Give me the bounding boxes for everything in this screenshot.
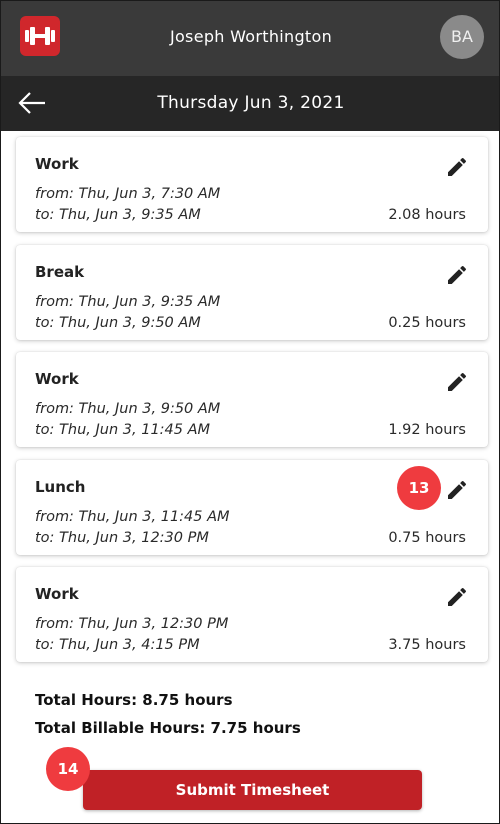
entry-to: to: Thu, Jun 3, 12:30 PM — [35, 530, 209, 546]
entry-from: from: Thu, Jun 3, 9:50 AM — [35, 401, 221, 417]
entry-from: from: Thu, Jun 3, 7:30 AM — [35, 186, 221, 202]
entry-hours: 3.75 hours — [388, 637, 466, 653]
top-bar: Joseph Worthington BA — [1, 1, 499, 76]
entry-hours: 0.25 hours — [388, 315, 466, 331]
entry-hours: 2.08 hours — [388, 207, 466, 223]
entry-to: to: Thu, Jun 3, 4:15 PM — [35, 637, 200, 653]
total-hours: Total Hours: 8.75 hours — [35, 691, 233, 709]
entry-to: to: Thu, Jun 3, 9:35 AM — [35, 207, 201, 223]
callout-badge-edit: 13 — [397, 466, 441, 510]
entry-type: Break — [35, 263, 85, 281]
date-bar: Thursday Jun 3, 2021 — [1, 76, 499, 131]
entry-hours: 0.75 hours — [388, 530, 466, 546]
pencil-icon[interactable] — [445, 585, 469, 609]
time-entry-card[interactable]: Work from: Thu, Jun 3, 12:30 PM to: Thu,… — [16, 567, 488, 662]
entry-type: Work — [35, 585, 79, 603]
entry-type: Lunch — [35, 478, 86, 496]
time-entry-card[interactable]: Break from: Thu, Jun 3, 9:35 AM to: Thu,… — [16, 245, 488, 340]
user-name: Joseph Worthington — [169, 27, 333, 46]
time-entry-card[interactable]: Work from: Thu, Jun 3, 9:50 AM to: Thu, … — [16, 352, 488, 447]
total-billable-hours: Total Billable Hours: 7.75 hours — [35, 719, 301, 737]
entry-from: from: Thu, Jun 3, 9:35 AM — [35, 294, 221, 310]
entry-from: from: Thu, Jun 3, 11:45 AM — [35, 509, 230, 525]
entry-to: to: Thu, Jun 3, 9:50 AM — [35, 315, 201, 331]
submit-timesheet-button[interactable]: Submit Timesheet — [83, 770, 422, 810]
entry-from: from: Thu, Jun 3, 12:30 PM — [35, 616, 229, 632]
pencil-icon[interactable] — [445, 155, 469, 179]
time-entry-card[interactable]: Work from: Thu, Jun 3, 7:30 AM to: Thu, … — [16, 137, 488, 232]
entry-to: to: Thu, Jun 3, 11:45 AM — [35, 422, 211, 438]
entry-type: Work — [35, 370, 79, 388]
page-title: Thursday Jun 3, 2021 — [157, 93, 345, 113]
app-frame: Joseph Worthington BA Thursday Jun 3, 20… — [0, 0, 500, 824]
avatar[interactable]: BA — [440, 15, 484, 59]
pencil-icon[interactable] — [445, 263, 469, 287]
entry-hours: 1.92 hours — [388, 422, 466, 438]
entry-type: Work — [35, 155, 79, 173]
pencil-icon[interactable] — [445, 370, 469, 394]
callout-badge-submit: 14 — [46, 747, 90, 791]
pencil-icon[interactable] — [445, 478, 469, 502]
